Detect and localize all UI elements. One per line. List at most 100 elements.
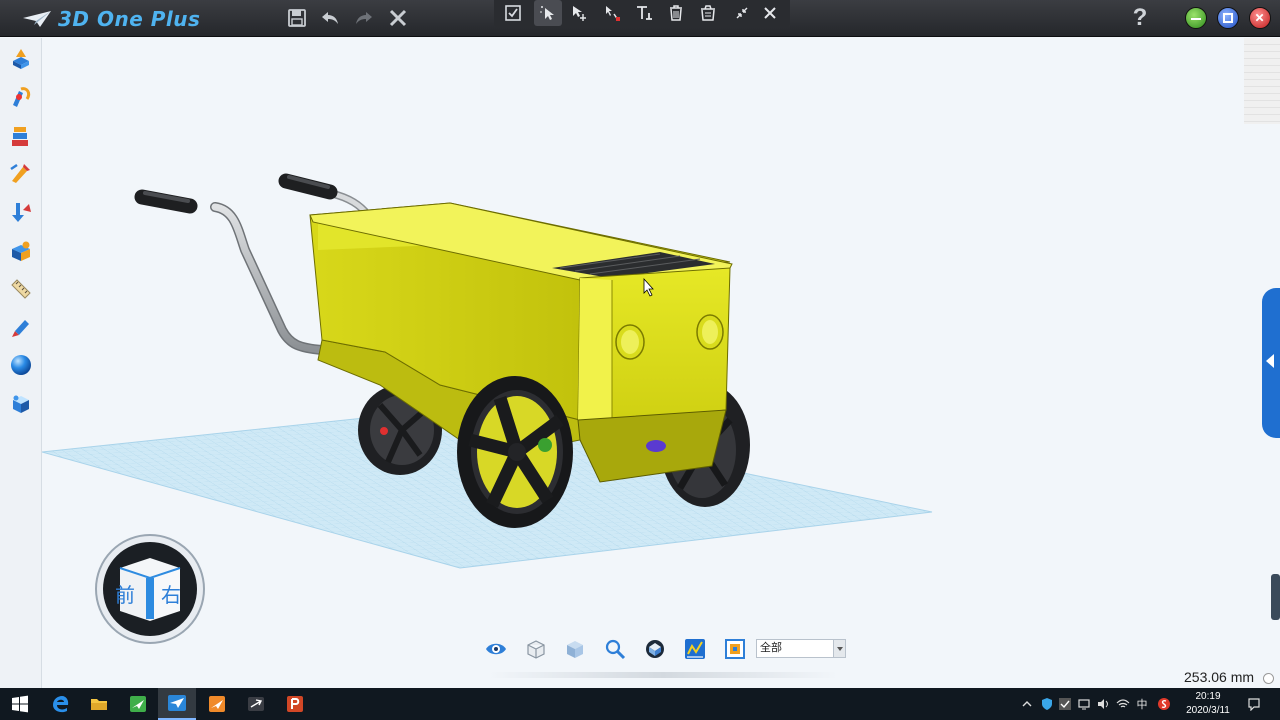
assembly-icon — [12, 241, 30, 261]
move-tool-button[interactable] — [565, 0, 593, 26]
start-button[interactable] — [8, 692, 32, 716]
windows-taskbar: 中 20:19 2020/3/11 — [0, 688, 1280, 720]
tray-check-icon[interactable] — [1057, 696, 1073, 712]
clear-all-button[interactable] — [694, 0, 722, 26]
sidebar-item-assembly[interactable] — [8, 238, 34, 264]
redo-icon — [356, 12, 372, 24]
measure-icon — [11, 279, 31, 299]
sidebar-item-component-library[interactable] — [8, 391, 34, 417]
selection-filter-value: 全部 — [760, 642, 782, 654]
taskbar-green-app[interactable] — [126, 692, 150, 716]
minimize-icon — [1191, 18, 1201, 20]
unit-dropdown-icon[interactable] — [1263, 673, 1274, 684]
clock-date: 2020/3/11 — [1186, 705, 1230, 716]
tray-sogou-icon[interactable] — [1156, 696, 1172, 712]
taskbar-orange-app[interactable] — [205, 692, 229, 716]
app-title: 3D One Plus — [58, 7, 201, 31]
view-eye-button[interactable] — [483, 636, 509, 662]
action-center-icon[interactable] — [1246, 696, 1262, 712]
wireframe-cube-icon — [527, 640, 545, 659]
sidebar-item-special-modify[interactable] — [8, 199, 34, 225]
front-wheel — [457, 376, 573, 528]
undo-button[interactable] — [316, 4, 344, 32]
tray-ime-indicator[interactable]: 中 — [1134, 696, 1150, 712]
right-mini-panel[interactable] — [1244, 38, 1280, 124]
tray-wifi-icon[interactable] — [1115, 696, 1131, 712]
taskbar-3d-one-plus[interactable] — [158, 688, 196, 720]
sidebar-item-measure[interactable] — [8, 276, 34, 302]
sketch-icon — [13, 87, 31, 107]
filter-button[interactable] — [722, 636, 748, 662]
save-button[interactable] — [283, 4, 311, 32]
render-mode-button[interactable] — [642, 636, 668, 662]
shaded-cube-icon — [567, 641, 583, 658]
selection-filter-dropdown[interactable]: 全部 — [756, 639, 846, 658]
taskbar-powerpoint[interactable] — [283, 692, 307, 716]
confirm-checkbox-icon — [505, 5, 521, 21]
wireframe-view-button[interactable] — [523, 636, 549, 662]
special-modify-icon — [12, 203, 31, 222]
view-cube[interactable]: 前 右 — [93, 533, 208, 645]
redo-button[interactable] — [350, 4, 378, 32]
minimize-button[interactable] — [1185, 7, 1207, 29]
orange-app-icon — [209, 696, 225, 712]
right-scroll-handle[interactable] — [1271, 574, 1280, 620]
sidebar-item-sketch[interactable] — [8, 84, 34, 110]
taskbar-edge[interactable] — [48, 692, 72, 716]
line-tool-button[interactable] — [598, 0, 626, 26]
file-explorer-icon — [91, 699, 107, 710]
tray-network-icon[interactable] — [1076, 696, 1092, 712]
cancel-button[interactable] — [384, 4, 412, 32]
wheelbarrow-model-scene[interactable] — [42, 38, 1242, 688]
close-button[interactable] — [1249, 7, 1271, 29]
delete-button[interactable] — [662, 0, 690, 26]
measure-readout: 253.06 mm — [1184, 669, 1255, 685]
sidebar-item-sketch-edit[interactable] — [8, 123, 34, 149]
3d-viewport[interactable] — [42, 38, 1242, 688]
color-paint-icon — [12, 320, 29, 337]
confirm-button[interactable] — [499, 0, 527, 26]
tray-chevron-up-icon[interactable] — [1019, 696, 1035, 712]
green-app-icon — [130, 696, 146, 712]
save-icon — [288, 9, 306, 27]
collapse-button[interactable] — [728, 0, 756, 26]
viewcube-front-label[interactable]: 前 — [115, 579, 135, 608]
shaded-view-button[interactable] — [562, 636, 588, 662]
text-tool-button[interactable] — [630, 0, 658, 26]
basic-shapes-icon — [13, 49, 29, 69]
clock-time: 20:19 — [1195, 691, 1221, 702]
sidebar-item-special-features[interactable] — [8, 160, 34, 186]
render-mode-icon — [646, 640, 664, 658]
taskbar-clock[interactable]: 20:19 2020/3/11 — [1178, 690, 1238, 718]
maximize-icon — [1223, 13, 1233, 23]
zoom-button[interactable] — [602, 636, 628, 662]
collapse-arrows-icon — [736, 7, 748, 19]
tray-volume-icon[interactable] — [1095, 696, 1111, 712]
sidebar-item-material[interactable] — [8, 352, 34, 378]
close-toolbar-button[interactable] — [756, 0, 784, 26]
sidebar-item-color[interactable] — [8, 315, 34, 341]
title-bar: 3D One Plus ? — [0, 0, 1280, 37]
move-arrow-icon — [573, 6, 586, 21]
sidebar-item-basic-shapes[interactable] — [8, 46, 34, 72]
grid-toggle-button[interactable] — [682, 636, 708, 662]
edit-toolbar — [494, 0, 790, 27]
select-pointer-icon — [540, 6, 554, 20]
tray-shield-icon[interactable] — [1039, 696, 1055, 712]
chevron-left-icon — [1266, 354, 1274, 368]
select-tool-button[interactable] — [534, 0, 562, 26]
taskbar-explorer[interactable] — [87, 692, 111, 716]
paper-plane-logo-icon — [23, 11, 51, 27]
windows-start-icon — [12, 695, 28, 713]
right-panel-toggle[interactable] — [1262, 288, 1280, 438]
taskbar-dark-app[interactable] — [244, 692, 268, 716]
filter-icon — [725, 639, 745, 659]
viewcube-right-label[interactable]: 右 — [161, 579, 181, 608]
help-button[interactable]: ? — [1128, 4, 1152, 32]
left-sidebar — [0, 38, 42, 688]
maximize-button[interactable] — [1217, 7, 1239, 29]
special-features-icon — [10, 163, 30, 183]
close-toolbar-icon — [764, 7, 776, 19]
chevron-down-icon — [833, 640, 845, 657]
text-tool-icon — [637, 6, 652, 20]
